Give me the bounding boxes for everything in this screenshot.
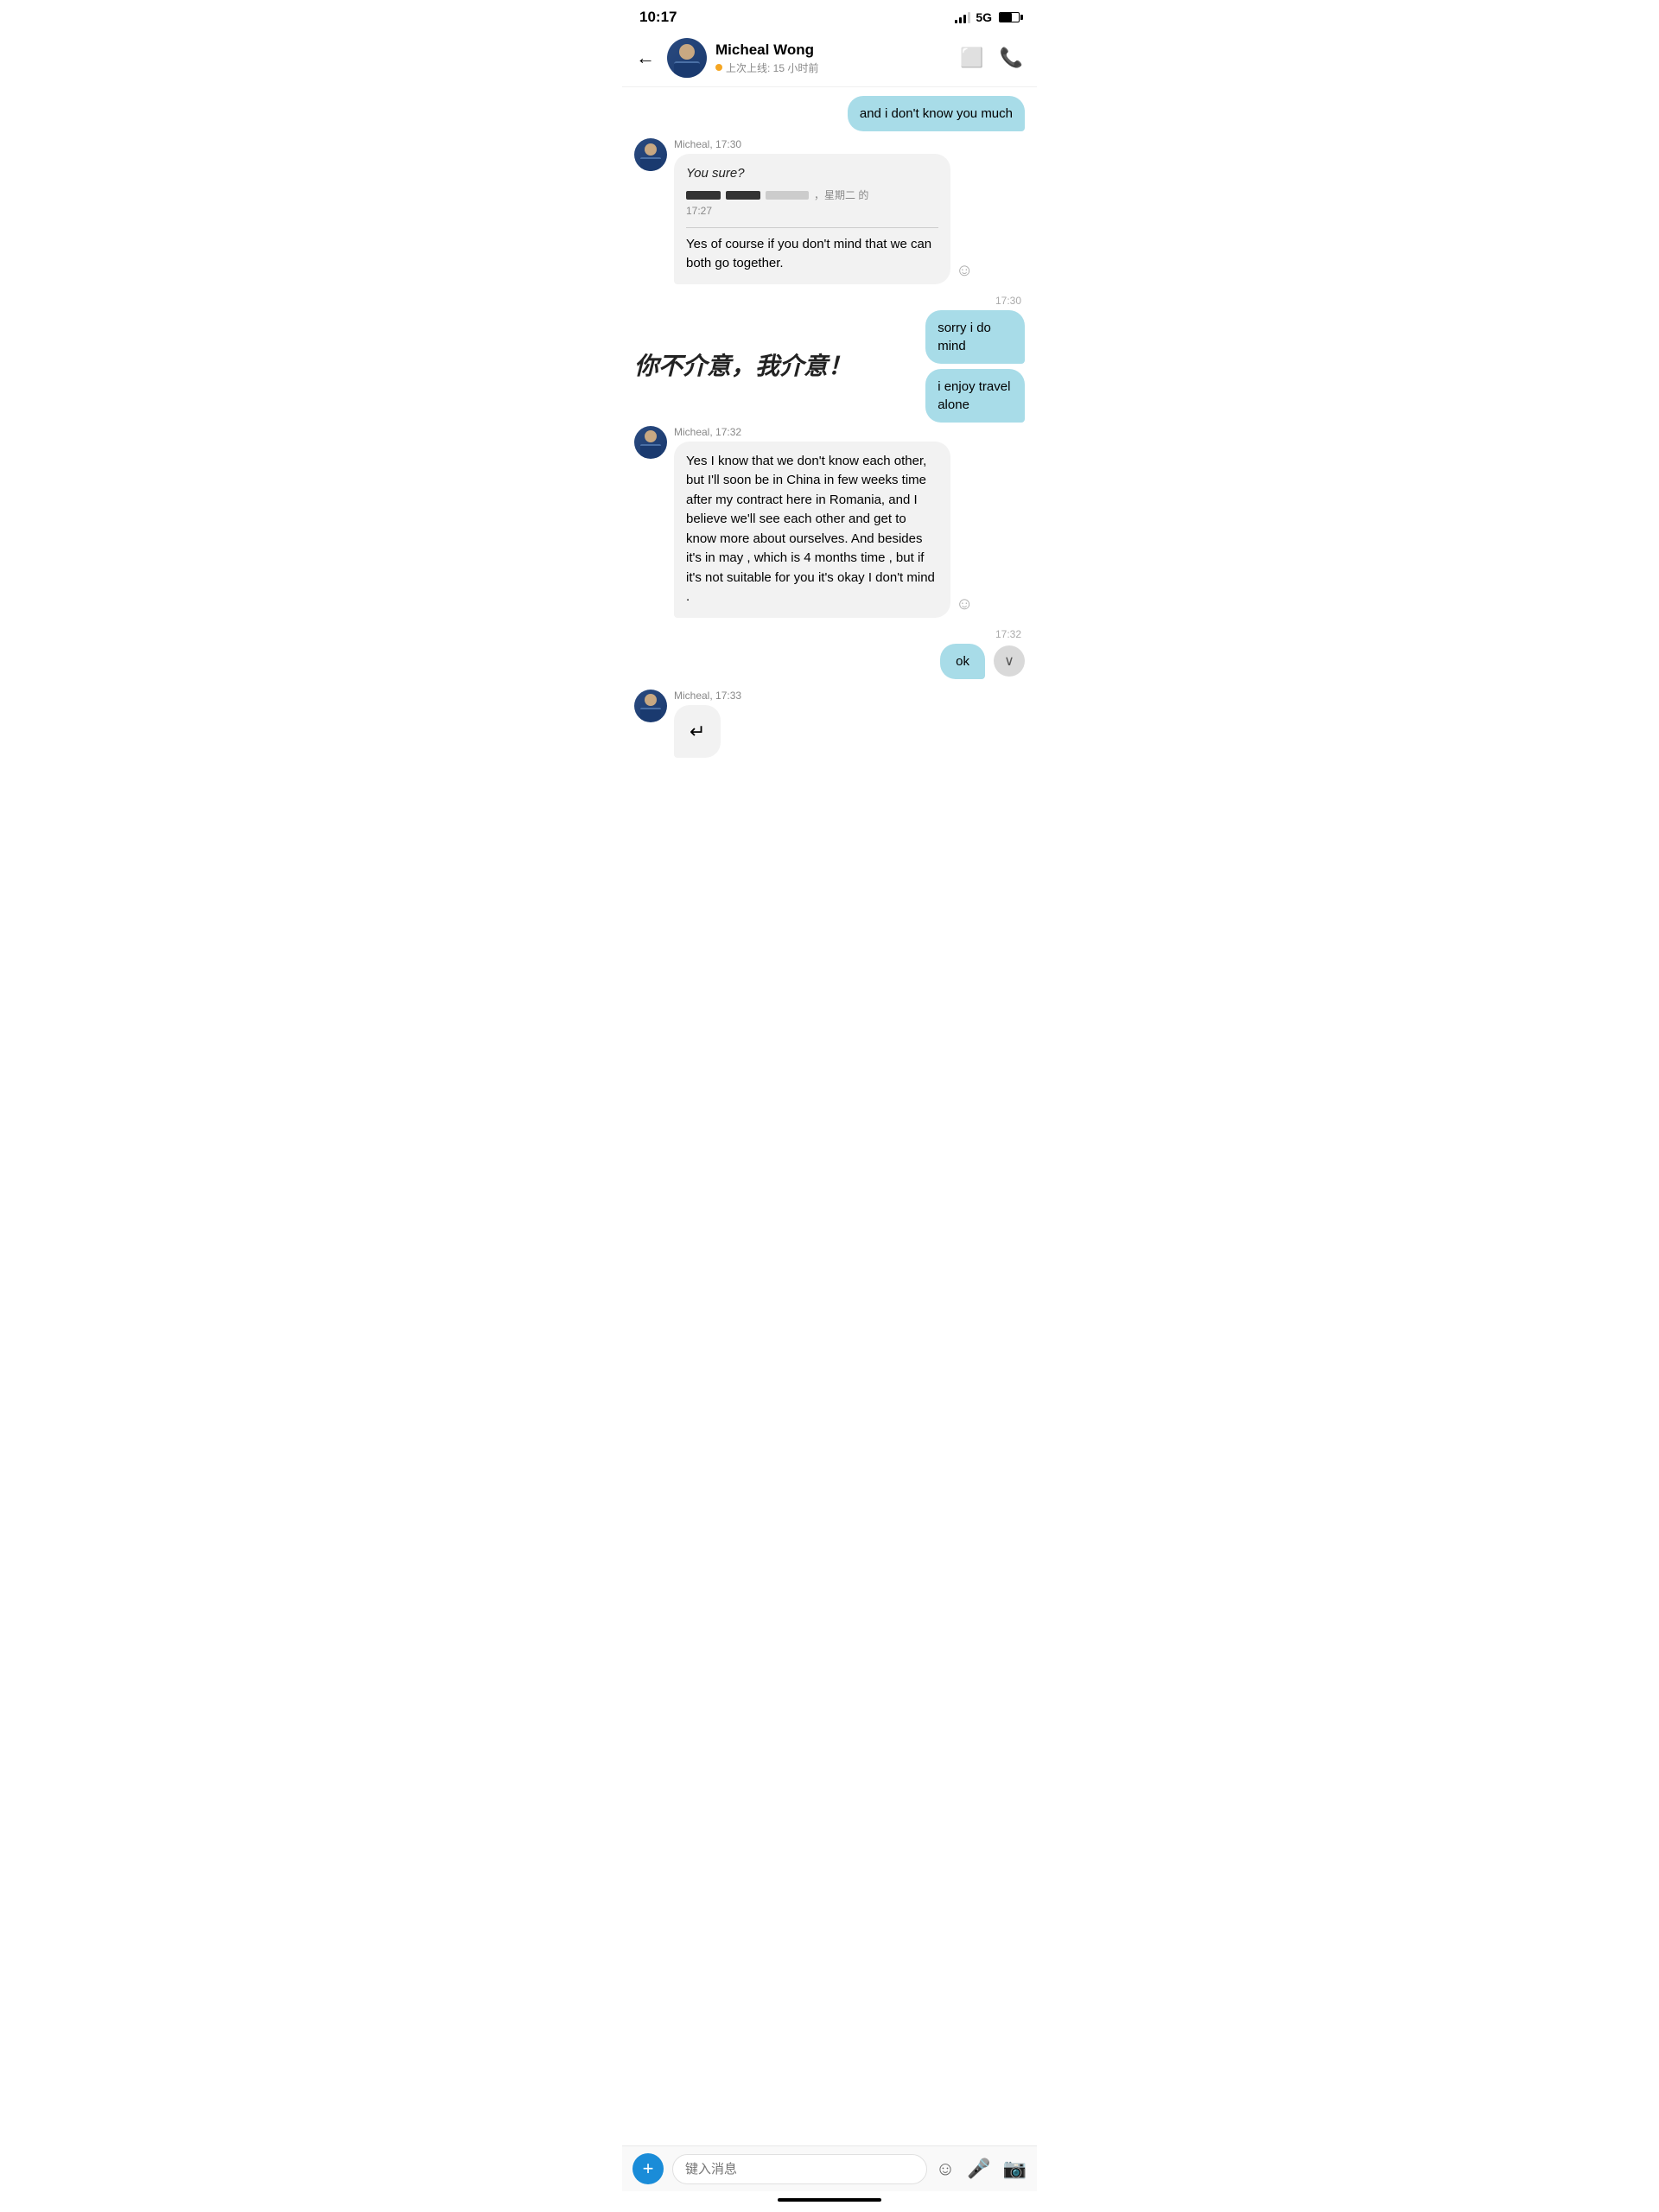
- chat-header: ← Micheal Wong 上次上线: 15 小时前 ⬜ 📞: [622, 31, 1037, 87]
- status-right: 5G: [955, 10, 1020, 24]
- add-media-button[interactable]: +: [632, 2153, 664, 2184]
- incoming-message-8: Micheal, 17:33 ↵: [634, 690, 1025, 758]
- emoji-button[interactable]: ☺: [936, 2158, 955, 2180]
- redacted-3: [766, 191, 809, 200]
- incoming-message-2: Micheal, 17:30 You sure? ，星期二 的 17:27 Ye…: [634, 138, 1025, 284]
- contact-status: 上次上线: 15 小时前: [715, 60, 951, 75]
- bubble-sorry: sorry i do mind: [925, 310, 1025, 364]
- redacted-2: [726, 191, 760, 200]
- contact-info: Micheal Wong 上次上线: 15 小时前: [715, 41, 951, 75]
- outgoing-ok-row: ok ∨: [634, 644, 1025, 679]
- home-bar: [778, 2198, 881, 2202]
- plus-icon: +: [643, 2158, 654, 2180]
- sender-avatar: [634, 138, 667, 171]
- incoming-message-5: Micheal, 17:32 Yes I know that we don't …: [634, 426, 1025, 618]
- voice-call-button[interactable]: 📞: [1000, 47, 1023, 69]
- message-time: 17:30: [715, 138, 741, 150]
- header-actions: ⬜ 📞: [960, 47, 1023, 69]
- chat-input-bar: + ☺ 🎤 📷: [622, 2145, 1037, 2191]
- message-meta: Micheal, 17:33: [674, 690, 1025, 702]
- message-meta: Micheal, 17:30: [674, 138, 1025, 150]
- message-content: Micheal, 17:33 ↵: [674, 690, 1025, 758]
- redacted-1: [686, 191, 721, 200]
- contact-avatar: [667, 38, 707, 78]
- overlay-outgoing-section: 你不介意，我介意！ sorry i do mind i enjoy travel…: [634, 310, 1025, 423]
- last-seen-text: 上次上线: 15 小时前: [726, 60, 818, 75]
- mixed-row: 你不介意，我介意！ sorry i do mind i enjoy travel…: [634, 310, 1025, 423]
- quote-date: ，星期二 的: [814, 188, 868, 203]
- message-content: Micheal, 17:30 You sure? ，星期二 的 17:27 Ye…: [674, 138, 1025, 284]
- bubble-travel: i enjoy travel alone: [925, 369, 1025, 423]
- status-bar: 10:17 5G: [622, 0, 1037, 31]
- battery-icon: [999, 12, 1020, 22]
- mic-button[interactable]: 🎤: [967, 2158, 990, 2180]
- signal-icon: [955, 11, 970, 23]
- quote-text: You sure?: [686, 164, 938, 184]
- reply-arrow: ↵: [690, 721, 705, 742]
- message-row: ↵: [674, 705, 1025, 758]
- quote-time: 17:27: [686, 203, 938, 219]
- message-text: and i don't know you much: [860, 106, 1013, 121]
- quote-meta: ，星期二 的: [686, 188, 938, 203]
- reaction-emoji[interactable]: ☺: [956, 261, 973, 281]
- message-content: Micheal, 17:32 Yes I know that we don't …: [674, 426, 1025, 618]
- back-button[interactable]: ←: [632, 43, 658, 73]
- timestamp-17-30: 17:30: [634, 295, 1025, 307]
- reaction-emoji[interactable]: ☺: [956, 594, 973, 614]
- home-indicator: [622, 2191, 1037, 2212]
- status-time: 10:17: [639, 9, 677, 26]
- contact-name: Micheal Wong: [715, 41, 951, 59]
- sender-name: Micheal: [674, 426, 709, 438]
- message-text: i enjoy travel alone: [938, 379, 1010, 412]
- chevron-down-icon: ∨: [1004, 652, 1014, 670]
- sender-name: Micheal: [674, 690, 709, 702]
- sender-avatar: [634, 426, 667, 459]
- message-text: Yes of course if you don't mind that we …: [686, 237, 931, 271]
- bubble-out: and i don't know you much: [848, 96, 1025, 131]
- message-input[interactable]: [672, 2154, 927, 2184]
- sender-avatar: [634, 690, 667, 722]
- message-time: 17:33: [715, 690, 741, 702]
- bubble-reply-arrow: ↵: [674, 705, 721, 758]
- scroll-down-button[interactable]: ∨: [994, 645, 1025, 677]
- bubble-ok: ok: [940, 644, 985, 679]
- message-meta: Micheal, 17:32: [674, 426, 1025, 438]
- message-row: Yes I know that we don't know each other…: [674, 442, 1025, 618]
- bubble-in: You sure? ，星期二 的 17:27 Yes of course if …: [674, 154, 950, 284]
- input-icons: ☺ 🎤 📷: [936, 2158, 1027, 2180]
- online-indicator: [715, 64, 722, 71]
- message-time: 17:32: [715, 426, 741, 438]
- message-text: Yes I know that we don't know each other…: [686, 454, 935, 605]
- video-call-button[interactable]: ⬜: [960, 47, 983, 69]
- message-text: sorry i do mind: [938, 321, 991, 353]
- timestamp-17-32: 17:32: [634, 628, 1025, 640]
- network-label: 5G: [976, 10, 992, 24]
- camera-button[interactable]: 📷: [1003, 2158, 1027, 2180]
- outgoing-message-1: and i don't know you much: [634, 96, 1025, 131]
- chat-body: and i don't know you much Micheal, 17:30…: [622, 87, 1037, 2145]
- message-row: You sure? ，星期二 的 17:27 Yes of course if …: [674, 154, 1025, 284]
- sender-name: Micheal: [674, 138, 709, 150]
- message-text: ok: [956, 654, 969, 669]
- bubble-in-long: Yes I know that we don't know each other…: [674, 442, 950, 618]
- message-body: Yes of course if you don't mind that we …: [686, 227, 938, 274]
- outgoing-bubbles: sorry i do mind i enjoy travel alone: [893, 310, 1025, 423]
- chinese-overlay: 你不介意，我介意！: [634, 347, 852, 382]
- overlay-text-block: 你不介意，我介意！: [634, 347, 852, 382]
